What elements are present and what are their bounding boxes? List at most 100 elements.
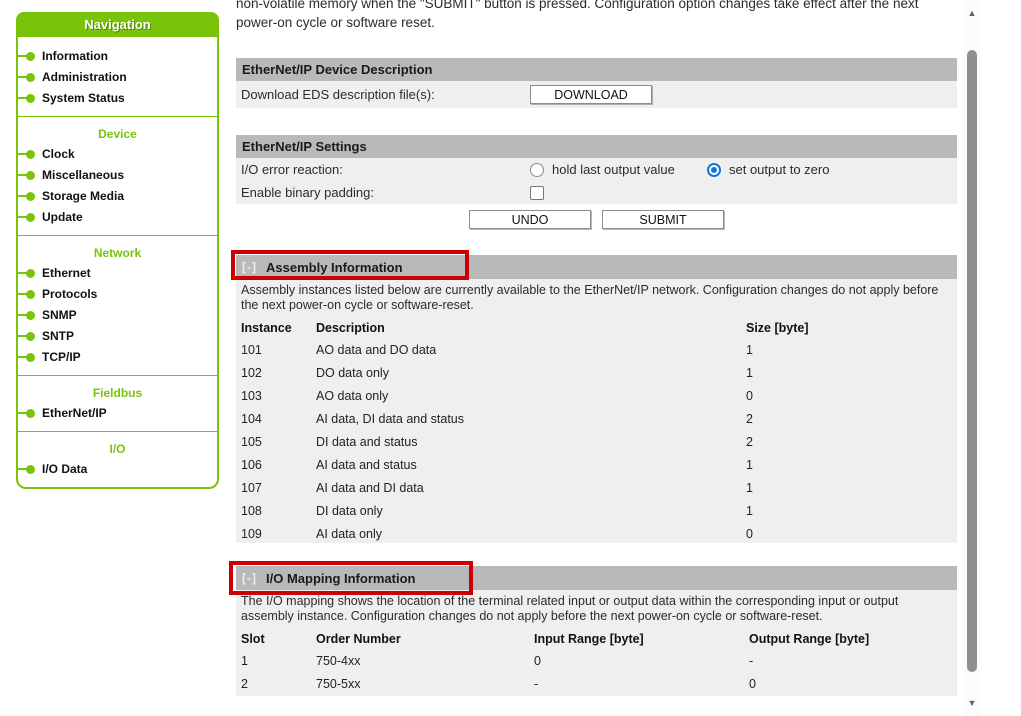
- error-reaction-row: I/O error reaction: hold last output val…: [236, 158, 957, 181]
- binary-padding-checkbox[interactable]: [530, 186, 544, 200]
- sidebar-item-update[interactable]: Update: [18, 207, 217, 228]
- form-buttons-row: UNDO SUBMIT: [236, 210, 957, 229]
- table-cell: 103: [241, 385, 316, 408]
- sidebar-item-snmp[interactable]: SNMP: [18, 305, 217, 326]
- table-cell: 1: [746, 339, 957, 362]
- table-cell: 109: [241, 523, 316, 543]
- column-header: Size [byte]: [746, 318, 957, 339]
- scroll-up-icon[interactable]: ▲: [963, 8, 981, 18]
- table-cell: AO data only: [316, 385, 746, 408]
- table-cell: 104: [241, 408, 316, 431]
- sidebar-group-header: Device: [18, 124, 217, 144]
- table-cell: 1: [746, 500, 957, 523]
- mapping-description: The I/O mapping shows the location of th…: [236, 590, 957, 624]
- table-cell: -: [534, 673, 749, 696]
- table-cell: 2: [746, 431, 957, 454]
- table-cell: 1: [746, 454, 957, 477]
- sidebar-item-protocols[interactable]: Protocols: [18, 284, 217, 305]
- table-cell: DI data and status: [316, 431, 746, 454]
- device-description-panel: Download EDS description file(s): DOWNLO…: [236, 81, 957, 108]
- table-cell: AI data and DI data: [316, 477, 746, 500]
- column-header: Output Range [byte]: [749, 629, 957, 650]
- column-header: Slot: [241, 629, 316, 650]
- table-cell: 0: [534, 650, 749, 673]
- assembly-panel: Assembly instances listed below are curr…: [236, 279, 957, 543]
- radio-hold-label[interactable]: hold last output value: [552, 162, 675, 177]
- device-description-header: EtherNet/IP Device Description: [236, 58, 957, 81]
- table-row: 105DI data and status2: [236, 431, 957, 454]
- table-cell: 750-5xx: [316, 673, 534, 696]
- table-cell: AI data only: [316, 523, 746, 543]
- table-cell: 0: [746, 385, 957, 408]
- sidebar-group-header: Fieldbus: [18, 383, 217, 403]
- sidebar-item-clock[interactable]: Clock: [18, 144, 217, 165]
- table-cell: 105: [241, 431, 316, 454]
- annotation-box-mapping: [229, 561, 473, 595]
- table-cell: 0: [746, 523, 957, 543]
- table-row: 1750-4xx0-: [236, 650, 957, 673]
- table-header-row: SlotOrder NumberInput Range [byte]Output…: [236, 629, 957, 650]
- column-header: Instance: [241, 318, 316, 339]
- sidebar-item-system-status[interactable]: System Status: [18, 88, 217, 109]
- settings-panel: I/O error reaction: hold last output val…: [236, 158, 957, 204]
- sidebar-item-tcp-ip[interactable]: TCP/IP: [18, 347, 217, 368]
- vertical-scrollbar[interactable]: ▲ ▼: [963, 0, 981, 716]
- table-cell: -: [749, 650, 957, 673]
- download-eds-label: Download EDS description file(s):: [241, 87, 435, 102]
- sidebar-group: InformationAdministrationSystem Status: [18, 37, 217, 116]
- undo-button[interactable]: UNDO: [469, 210, 591, 229]
- table-cell: 1: [241, 650, 316, 673]
- mapping-table-header: SlotOrder NumberInput Range [byte]Output…: [236, 629, 957, 650]
- sidebar-item-i-o-data[interactable]: I/O Data: [18, 459, 217, 480]
- sidebar-item-storage-media[interactable]: Storage Media: [18, 186, 217, 207]
- mapping-panel: The I/O mapping shows the location of th…: [236, 590, 957, 696]
- table-cell: 1: [746, 477, 957, 500]
- error-reaction-label: I/O error reaction:: [241, 162, 343, 177]
- table-cell: DI data only: [316, 500, 746, 523]
- table-cell: 108: [241, 500, 316, 523]
- table-cell: 0: [749, 673, 957, 696]
- table-cell: 1: [746, 362, 957, 385]
- column-header: Input Range [byte]: [534, 629, 749, 650]
- settings-header: EtherNet/IP Settings: [236, 135, 957, 158]
- table-row: 109AI data only0: [236, 523, 957, 543]
- table-header-row: InstanceDescriptionSize [byte]: [236, 318, 957, 339]
- sidebar-item-information[interactable]: Information: [18, 46, 217, 67]
- column-header: Order Number: [316, 629, 534, 650]
- table-row: 108DI data only1: [236, 500, 957, 523]
- table-cell: 750-4xx: [316, 650, 534, 673]
- navigation-title: Navigation: [16, 12, 219, 37]
- sidebar-group: NetworkEthernetProtocolsSNMPSNTPTCP/IP: [18, 235, 217, 375]
- sidebar-group: DeviceClockMiscellaneousStorage MediaUpd…: [18, 116, 217, 235]
- table-cell: 106: [241, 454, 316, 477]
- intro-paragraph: non-volatile memory when the "SUBMIT" bu…: [236, 0, 952, 32]
- assembly-table-header: InstanceDescriptionSize [byte]: [236, 318, 957, 339]
- sidebar-item-administration[interactable]: Administration: [18, 67, 217, 88]
- scrollbar-thumb[interactable]: [967, 50, 977, 672]
- sidebar-item-ethernet-ip[interactable]: EtherNet/IP: [18, 403, 217, 424]
- table-row: 106AI data and status1: [236, 454, 957, 477]
- radio-zero-label[interactable]: set output to zero: [729, 162, 829, 177]
- submit-button[interactable]: SUBMIT: [602, 210, 724, 229]
- table-cell: 101: [241, 339, 316, 362]
- table-cell: AO data and DO data: [316, 339, 746, 362]
- download-button[interactable]: DOWNLOAD: [530, 85, 652, 104]
- radio-set-output-to-zero[interactable]: [707, 163, 721, 177]
- table-row: 101AO data and DO data1: [236, 339, 957, 362]
- device-description-title: EtherNet/IP Device Description: [242, 62, 433, 77]
- sidebar-groups: InformationAdministrationSystem StatusDe…: [18, 37, 217, 487]
- sidebar-item-ethernet[interactable]: Ethernet: [18, 263, 217, 284]
- assembly-description: Assembly instances listed below are curr…: [236, 279, 957, 313]
- table-cell: DO data only: [316, 362, 746, 385]
- annotation-box-assembly: [231, 250, 469, 280]
- sidebar-group-header: I/O: [18, 439, 217, 459]
- mapping-table: 1750-4xx0-2750-5xx-0: [236, 650, 957, 696]
- settings-title: EtherNet/IP Settings: [242, 139, 367, 154]
- table-row: 107AI data and DI data1: [236, 477, 957, 500]
- sidebar-item-sntp[interactable]: SNTP: [18, 326, 217, 347]
- sidebar-item-miscellaneous[interactable]: Miscellaneous: [18, 165, 217, 186]
- radio-hold-last-output-value[interactable]: [530, 163, 544, 177]
- sidebar-group-header: Network: [18, 243, 217, 263]
- page: Navigation InformationAdministrationSyst…: [0, 0, 1021, 716]
- scroll-down-icon[interactable]: ▼: [963, 698, 981, 708]
